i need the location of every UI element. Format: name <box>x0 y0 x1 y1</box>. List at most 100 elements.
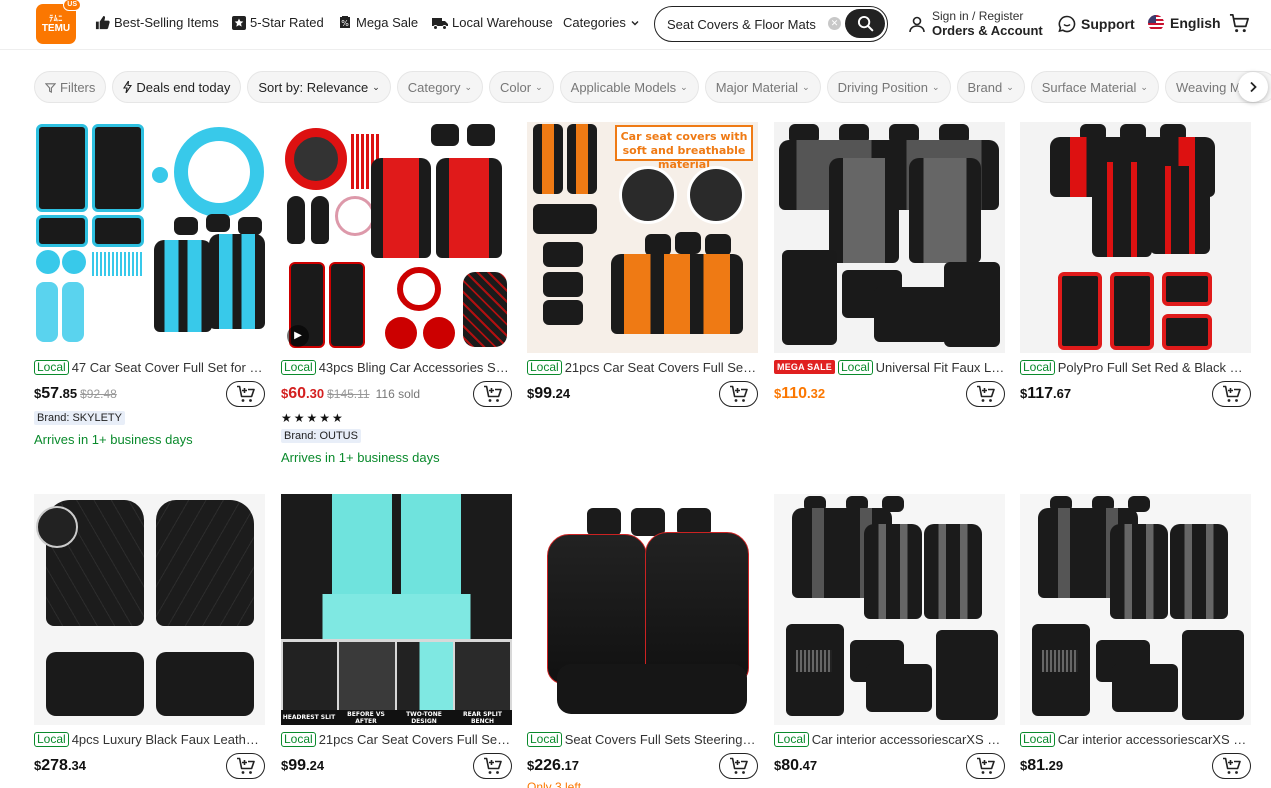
add-to-cart-button[interactable] <box>226 753 265 779</box>
local-badge: Local <box>774 731 809 747</box>
search-bar: ✕ <box>654 6 888 42</box>
product-title[interactable]: 43pcs Bling Car Accessories Set ... <box>319 360 512 375</box>
nav-categories[interactable]: Categories <box>563 15 640 30</box>
nav-best-selling[interactable]: Best-Selling Items <box>95 15 219 30</box>
search-input[interactable] <box>667 16 827 32</box>
clear-search-icon[interactable]: ✕ <box>828 17 841 30</box>
filter-icon <box>45 82 56 93</box>
chevron-down-icon: ⌄ <box>464 81 473 92</box>
product-image[interactable] <box>527 494 758 725</box>
local-badge: Local <box>527 731 562 747</box>
temu-logo[interactable]: ﾃﾑﾆ TEMU US <box>36 0 81 44</box>
search-icon <box>857 15 873 32</box>
driving-position-filter-chip[interactable]: Driving Position ⌄ <box>826 71 951 103</box>
cart-button[interactable] <box>1229 13 1250 37</box>
surface-material-filter-chip[interactable]: Surface Material ⌄ <box>1030 71 1159 103</box>
product-image[interactable] <box>34 494 265 725</box>
product-title[interactable]: PolyPro Full Set Red & Black Car... <box>1058 360 1251 375</box>
price-row: $80.47 <box>774 753 1005 779</box>
product-card[interactable]: Local Car interior accessoriescarXS Fo..… <box>774 494 1005 779</box>
major-material-filter-chip[interactable]: Major Material ⌄ <box>704 71 821 103</box>
language-selector[interactable]: English <box>1148 15 1221 31</box>
category-filter-chip[interactable]: Category ⌄ <box>396 71 484 103</box>
price-row: $57.85 $92.48 <box>34 381 265 407</box>
search-button[interactable] <box>845 9 885 38</box>
filters-scroll-right-button[interactable] <box>1238 72 1268 102</box>
product-card[interactable]: ▶ Local 43pcs Bling Car Accessories Set … <box>281 122 512 465</box>
product-image[interactable] <box>1020 122 1251 353</box>
product-image[interactable]: ▶ <box>281 122 512 353</box>
chevron-right-icon <box>1250 81 1257 93</box>
product-title[interactable]: Car interior accessoriescarXS Fo... <box>1058 732 1251 747</box>
add-to-cart-button[interactable] <box>473 753 512 779</box>
brand-label: Brand: SKYLETY <box>34 411 125 425</box>
product-card[interactable]: Car seat covers with soft and breathable… <box>527 122 758 407</box>
applicable-models-filter-chip[interactable]: Applicable Models ⌄ <box>559 71 699 103</box>
product-title[interactable]: 47 Car Seat Cover Full Set for W... <box>72 360 265 375</box>
chip-label: Brand <box>967 79 1003 95</box>
stock-warning: Only 3 left <box>527 780 582 788</box>
add-to-cart-button[interactable] <box>966 381 1005 407</box>
product-card[interactable]: Local Car interior accessoriescarXS Fo..… <box>1020 494 1251 779</box>
add-to-cart-button[interactable] <box>966 753 1005 779</box>
filters-chip[interactable]: Filters <box>34 71 107 103</box>
nav-label: Categories <box>563 15 626 30</box>
product-title-row: Local Car interior accessoriescarXS Fo..… <box>1020 731 1251 747</box>
image-caption: Car seat covers with soft and breathable… <box>615 125 753 171</box>
chevron-down-icon: ⌄ <box>931 81 940 92</box>
chevron-down-icon <box>631 20 639 25</box>
price-row: $99.24 <box>527 381 758 407</box>
delivery-estimate: Arrives in 1+ business days <box>34 432 193 447</box>
price-row: $278.34 <box>34 753 265 779</box>
nav-mega-sale[interactable]: % Mega Sale <box>338 15 418 30</box>
product-card[interactable]: HEADREST SLIT BEFORE VS AFTER TWO-TONE D… <box>281 494 512 779</box>
product-card[interactable]: MEGA SALE Local Universal Fit Faux Leat.… <box>774 122 1005 407</box>
sort-by-chip[interactable]: Sort by: Relevance ⌄ <box>247 71 391 103</box>
nav-label: 5-Star Rated <box>250 15 324 30</box>
support-label: Support <box>1081 16 1135 32</box>
product-image[interactable]: HEADREST SLIT BEFORE VS AFTER TWO-TONE D… <box>281 494 512 725</box>
product-image[interactable] <box>774 122 1005 353</box>
brand-filter-chip[interactable]: Brand ⌄ <box>956 71 1025 103</box>
product-image[interactable]: Car seat covers with soft and breathable… <box>527 122 758 353</box>
nav-local-warehouse[interactable]: Local Warehouse <box>432 15 553 30</box>
product-title[interactable]: 21pcs Car Seat Covers Full Set C... <box>319 732 512 747</box>
chevron-down-icon: ⌄ <box>535 81 543 92</box>
product-title[interactable]: 4pcs Luxury Black Faux Leather ... <box>72 732 265 747</box>
product-image[interactable] <box>774 494 1005 725</box>
star-badge-icon <box>232 15 246 30</box>
image-label: TWO-TONE DESIGN <box>406 710 442 725</box>
image-label: BEFORE VS AFTER <box>347 710 385 725</box>
product-card[interactable]: Local 47 Car Seat Cover Full Set for W..… <box>34 122 265 447</box>
add-to-cart-button[interactable] <box>226 381 265 407</box>
account-menu[interactable]: Sign in / Register Orders & Account <box>908 10 1043 38</box>
product-price: $99.24 <box>281 757 325 774</box>
product-title[interactable]: 21pcs Car Seat Covers Full Set C... <box>565 360 758 375</box>
color-filter-chip[interactable]: Color ⌄ <box>489 71 554 103</box>
product-image[interactable] <box>1020 494 1251 725</box>
add-to-cart-button[interactable] <box>1212 381 1251 407</box>
chip-label: Major Material <box>715 79 799 95</box>
product-card[interactable]: Local 4pcs Luxury Black Faux Leather ...… <box>34 494 265 779</box>
chevron-down-icon: ⌄ <box>372 81 380 92</box>
local-badge: Local <box>527 359 562 375</box>
logo-top-text: ﾃﾑﾆ <box>49 14 63 23</box>
product-card[interactable]: Local Seat Covers Full Sets Steering W..… <box>527 494 758 788</box>
add-to-cart-button[interactable] <box>719 381 758 407</box>
deals-end-today-chip[interactable]: Deals end today <box>112 71 242 103</box>
product-title[interactable]: Seat Covers Full Sets Steering W... <box>565 732 758 747</box>
product-price: $110.32 <box>774 385 826 402</box>
add-to-cart-button[interactable] <box>473 381 512 407</box>
nav-five-star[interactable]: 5-Star Rated <box>232 15 324 30</box>
language-label: English <box>1170 15 1221 31</box>
product-image[interactable] <box>34 122 265 353</box>
product-title[interactable]: Car interior accessoriescarXS Fo... <box>812 732 1005 747</box>
product-card[interactable]: Local PolyPro Full Set Red & Black Car..… <box>1020 122 1251 407</box>
add-to-cart-button[interactable] <box>719 753 758 779</box>
product-title[interactable]: Universal Fit Faux Leat... <box>876 360 1005 375</box>
price-row: $81.29 <box>1020 753 1251 779</box>
video-play-icon[interactable]: ▶ <box>287 325 309 347</box>
add-to-cart-button[interactable] <box>1212 753 1251 779</box>
support-link[interactable]: Support <box>1058 15 1135 33</box>
product-title-row: Local Seat Covers Full Sets Steering W..… <box>527 731 758 747</box>
